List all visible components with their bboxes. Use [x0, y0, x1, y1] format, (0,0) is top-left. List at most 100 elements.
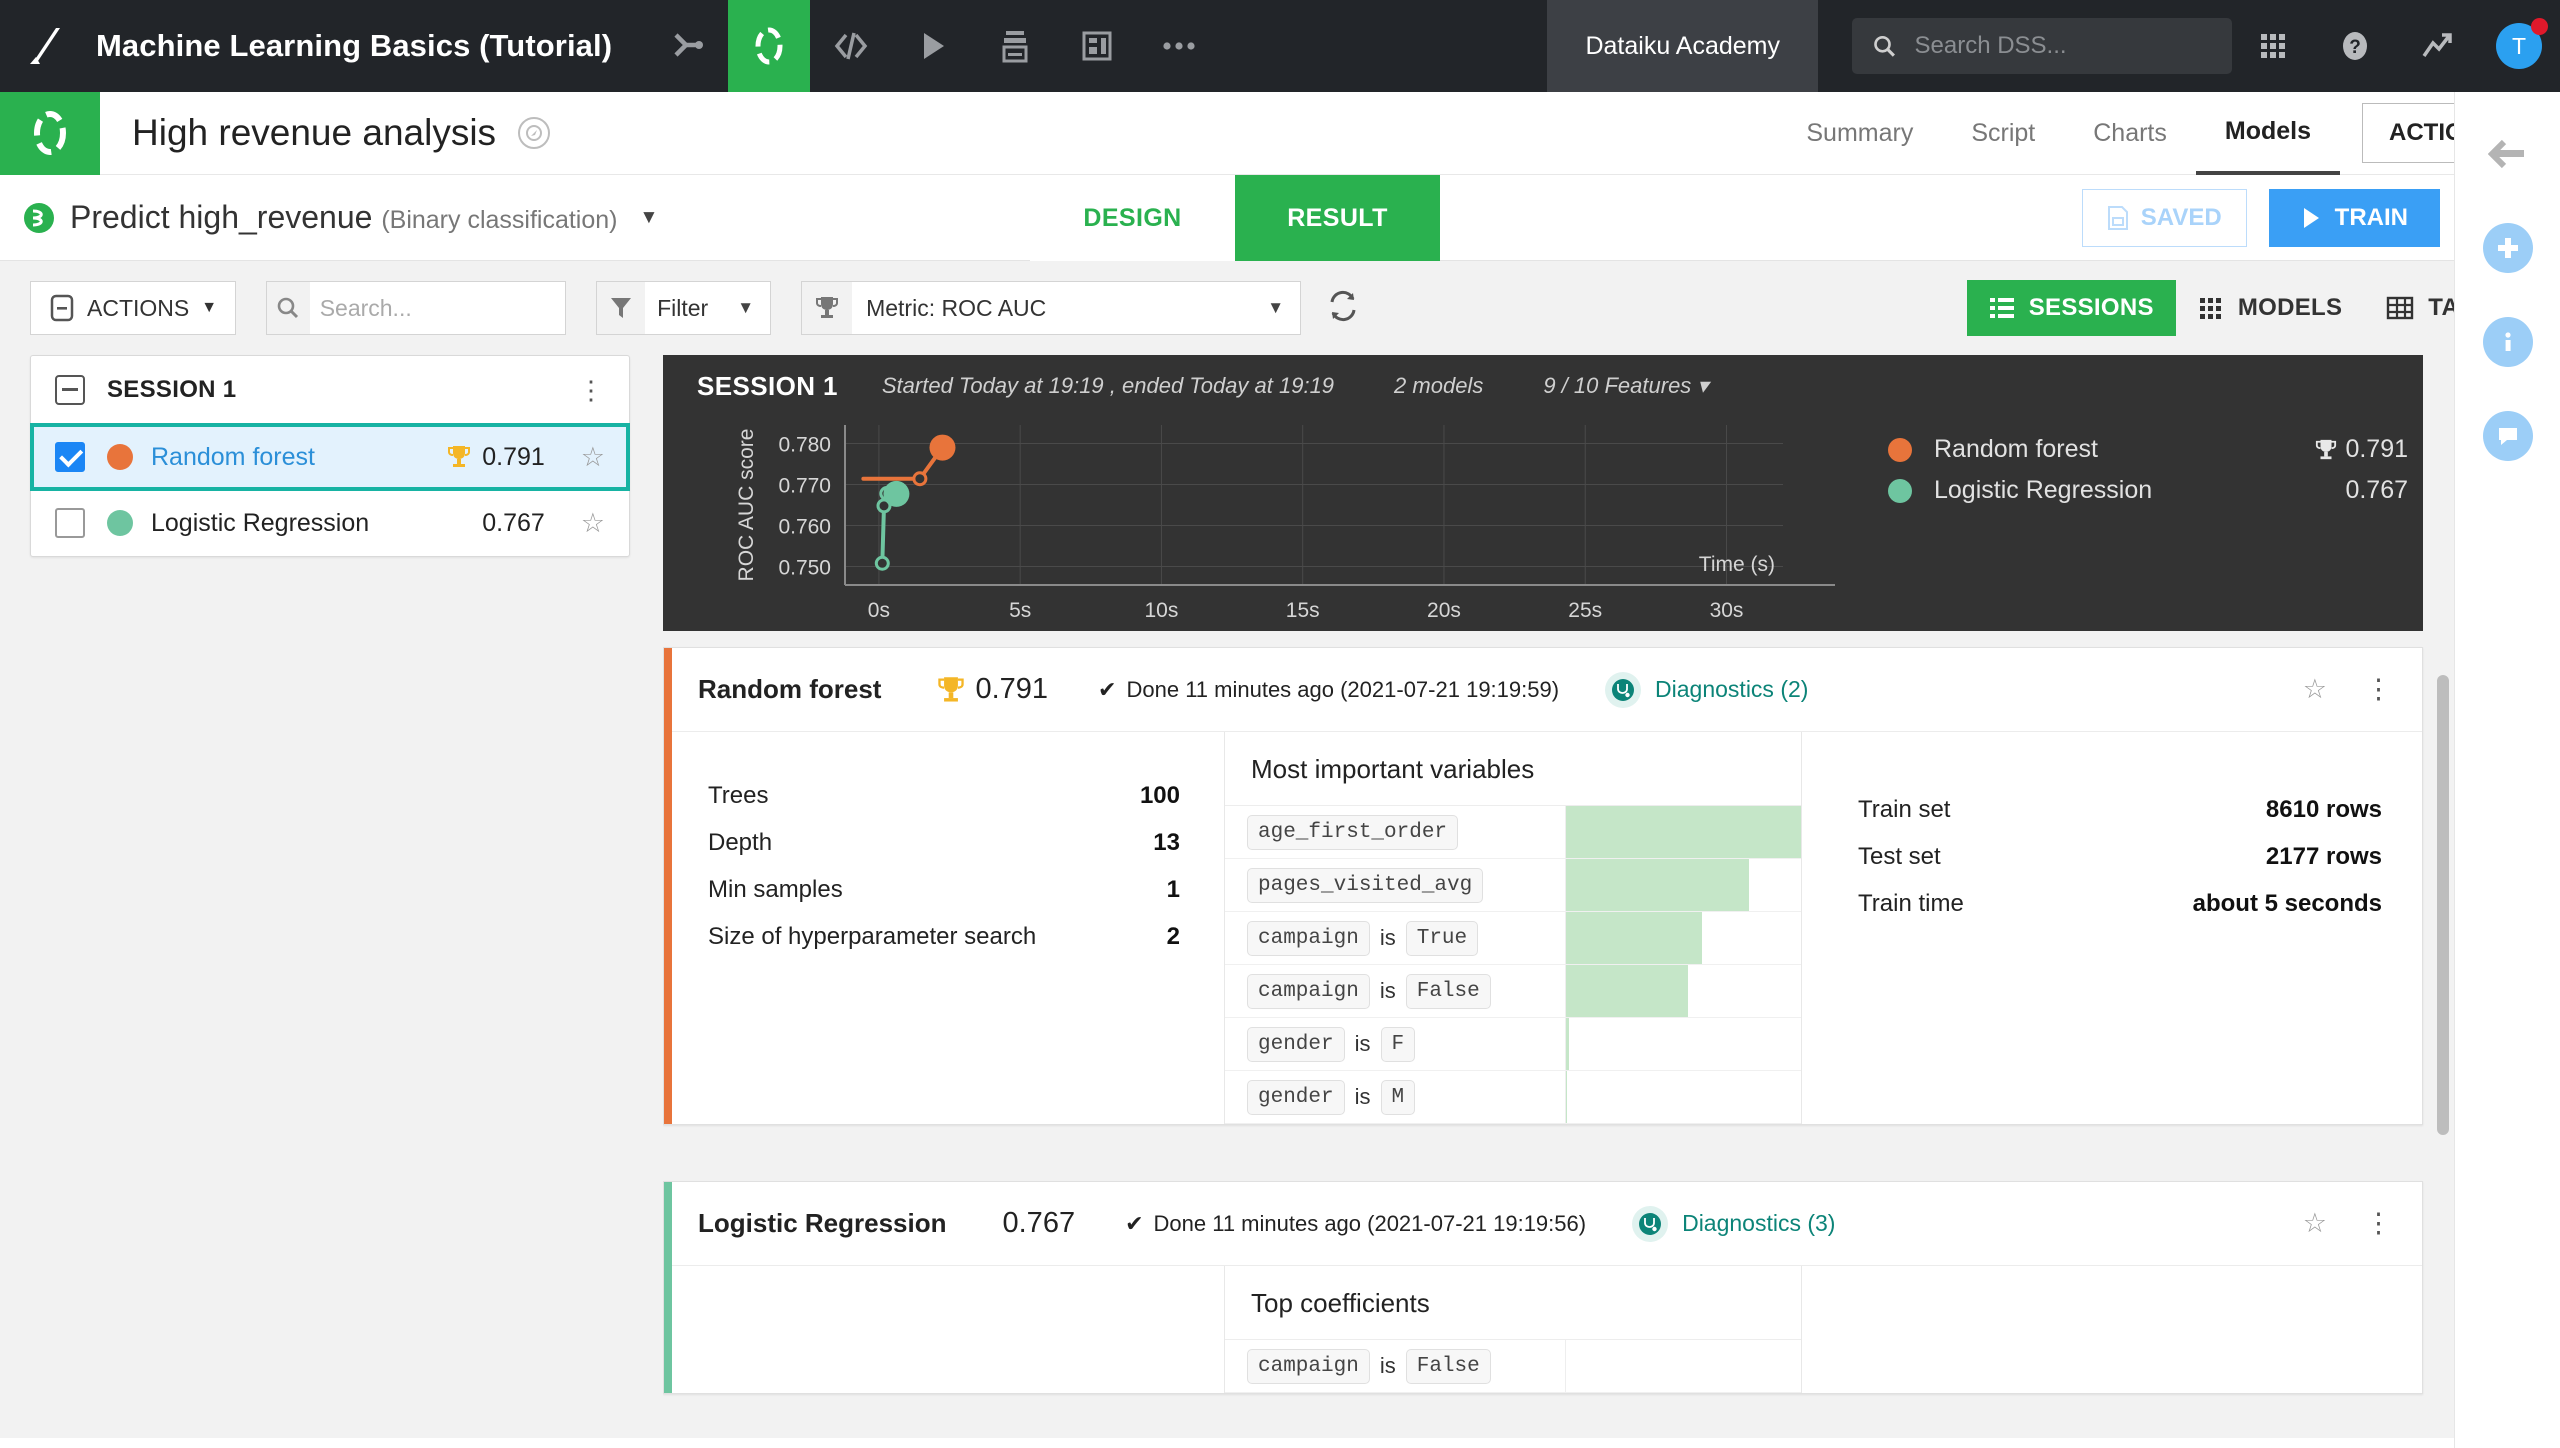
- trophy-icon: [2316, 439, 2337, 459]
- model-checkbox[interactable]: [55, 508, 85, 538]
- star-icon[interactable]: ☆: [581, 508, 605, 539]
- feature-pill: campaign: [1247, 973, 1370, 1009]
- trophy-icon: [802, 282, 853, 334]
- check-icon: ✔: [1125, 1210, 1144, 1236]
- session-panel: SESSION 1 ⋮ Random forest 0.791 ☆ Logist…: [30, 355, 630, 557]
- chevron-down-icon[interactable]: ▼: [640, 207, 659, 229]
- model-card-menu-icon[interactable]: ⋮: [2365, 674, 2392, 705]
- star-icon[interactable]: ☆: [581, 442, 605, 473]
- view-sessions[interactable]: SESSIONS: [1966, 280, 2176, 336]
- svg-text:30s: 30s: [1710, 599, 1744, 622]
- lab-green-icon: [0, 91, 100, 175]
- tab-charts[interactable]: Charts: [2064, 92, 2196, 175]
- variable-bar: [1566, 1071, 1568, 1123]
- tab-models[interactable]: Models: [2195, 92, 2340, 175]
- model-card-menu-icon[interactable]: ⋮: [2365, 1208, 2392, 1239]
- stethoscope-icon: [1605, 671, 1642, 708]
- model-checkbox[interactable]: [55, 442, 85, 472]
- search-box[interactable]: [1852, 18, 2232, 74]
- dataset-icon[interactable]: [974, 0, 1056, 92]
- top-coefficients-title: Top coefficients: [1225, 1266, 1801, 1340]
- model-search-input[interactable]: [309, 294, 566, 322]
- variable-label: campaign is False: [1225, 1348, 1565, 1384]
- diagnostics-link[interactable]: Diagnostics (3): [1632, 1205, 1835, 1242]
- value-pill: True: [1405, 920, 1479, 956]
- value-pill: False: [1405, 973, 1491, 1009]
- jobs-icon[interactable]: [892, 0, 974, 92]
- train-button[interactable]: TRAIN: [2268, 188, 2440, 247]
- back-arrow-icon[interactable]: [2480, 126, 2536, 182]
- play-icon: [2303, 207, 2319, 228]
- table-icon: [2387, 296, 2414, 320]
- saved-button[interactable]: SAVED: [2081, 188, 2247, 247]
- stat-value: 2: [1166, 922, 1180, 950]
- value-pill: False: [1405, 1348, 1491, 1384]
- notification-badge: [2531, 18, 2548, 35]
- saved-label: SAVED: [2140, 203, 2222, 231]
- variable-label: gender is M: [1225, 1079, 1565, 1115]
- svg-text:0.750: 0.750: [778, 557, 831, 580]
- model-card-score: 0.767: [1002, 1207, 1076, 1239]
- lab-icon[interactable]: [728, 0, 811, 92]
- legend-item[interactable]: Logistic Regression 0.767: [1888, 470, 2408, 511]
- legend-value: 0.767: [2345, 476, 2408, 504]
- model-name[interactable]: Logistic Regression: [151, 509, 369, 538]
- star-icon[interactable]: ☆: [2303, 1208, 2327, 1239]
- refresh-icon[interactable]: [1327, 290, 1359, 327]
- collapse-icon[interactable]: [55, 374, 85, 405]
- model-card-name[interactable]: Random forest: [698, 674, 881, 705]
- model-card-status: ✔ Done 11 minutes ago (2021-07-21 19:19:…: [1098, 677, 1559, 703]
- help-icon[interactable]: ?: [2314, 0, 2396, 92]
- variable-row: gender is F: [1225, 1018, 1801, 1071]
- stat-label: Size of hyperparameter search: [708, 922, 1037, 950]
- star-icon[interactable]: ☆: [2303, 674, 2327, 705]
- tab-summary[interactable]: Summary: [1777, 92, 1942, 175]
- search-input[interactable]: [1914, 32, 2212, 60]
- model-card-name[interactable]: Logistic Regression: [698, 1208, 947, 1239]
- model-name[interactable]: Random forest: [151, 443, 315, 472]
- comment-icon[interactable]: [2480, 408, 2536, 464]
- dashboard-icon[interactable]: [1056, 0, 1138, 92]
- svg-text:?: ?: [2349, 37, 2361, 58]
- dataiku-logo-icon[interactable]: [0, 0, 92, 92]
- more-icon[interactable]: [1138, 0, 1220, 92]
- legend-item[interactable]: Random forest 0.791: [1888, 429, 2408, 470]
- top-bar-right: Dataiku Academy ? T: [1547, 0, 2560, 92]
- variable-bar-area: [1565, 1071, 1801, 1123]
- sidebar-model-logistic-regression[interactable]: Logistic Regression 0.767 ☆: [31, 490, 629, 556]
- academy-label[interactable]: Dataiku Academy: [1547, 0, 1818, 92]
- model-search[interactable]: [266, 281, 567, 335]
- search-icon: [1874, 35, 1895, 57]
- model-card-score: 0.791: [975, 673, 1049, 705]
- trending-icon[interactable]: [2396, 0, 2478, 92]
- session-menu-icon[interactable]: ⋮: [578, 377, 605, 403]
- sidebar-model-random-forest[interactable]: Random forest 0.791 ☆: [30, 423, 630, 491]
- model-card-header: Random forest 0.791 ✔ Done 11 minutes ag…: [664, 648, 2422, 732]
- tab-script[interactable]: Script: [1942, 92, 2064, 175]
- vertical-scrollbar[interactable]: [2437, 675, 2449, 1135]
- add-icon[interactable]: [2480, 220, 2536, 276]
- code-icon[interactable]: [810, 0, 892, 92]
- stat-value: 2177 rows: [2265, 842, 2382, 870]
- info-icon[interactable]: [2480, 314, 2536, 370]
- flow-icon[interactable]: [646, 0, 728, 92]
- stat-label: Trees: [708, 781, 769, 809]
- dataset-stats-panel: Train set 8610 rows Test set 2177 rows T…: [1802, 732, 2422, 1124]
- avatar[interactable]: T: [2478, 0, 2560, 92]
- diagnostics-label: Diagnostics (2): [1655, 676, 1809, 702]
- visual-analysis-icon: [518, 117, 551, 149]
- session-features-dropdown[interactable]: 9 / 10 Features ▾: [1543, 373, 1708, 399]
- design-result-toggle: DESIGN RESULT: [1030, 175, 1440, 261]
- view-models[interactable]: MODELS: [2176, 280, 2364, 336]
- task-title-sub: (Binary classification): [381, 206, 618, 234]
- grid-apps-icon[interactable]: [2232, 0, 2314, 92]
- filter-dropdown[interactable]: Filter ▼: [596, 281, 772, 335]
- project-title: Machine Learning Basics (Tutorial): [96, 28, 613, 63]
- results-actions-dropdown[interactable]: ACTIONS ▼: [30, 281, 237, 335]
- diagnostics-link[interactable]: Diagnostics (2): [1605, 671, 1809, 708]
- variable-importance-rows: age_first_order pages_visited_avg campaign…: [1225, 806, 1801, 1124]
- model-card-random-forest: Random forest 0.791 ✔ Done 11 minutes ag…: [663, 647, 2423, 1125]
- tab-result[interactable]: RESULT: [1235, 175, 1440, 261]
- metric-dropdown[interactable]: Metric: ROC AUC ▼: [801, 281, 1302, 335]
- tab-design[interactable]: DESIGN: [1030, 175, 1235, 261]
